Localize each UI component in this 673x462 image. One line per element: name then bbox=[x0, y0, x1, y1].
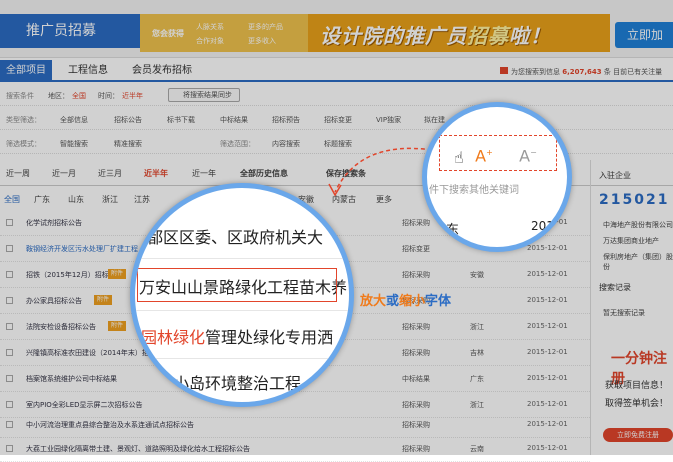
zoom-text-line: 北都区区委、区政府机关大 bbox=[131, 228, 324, 247]
callout-shrink: 缩小 bbox=[399, 294, 426, 309]
zoom-divider bbox=[135, 258, 349, 259]
zoom-highlight-word: 园林绿化 bbox=[141, 328, 206, 347]
font-decrease-label: A bbox=[519, 146, 531, 166]
zoom-text-line: 小岛环境整治工程 bbox=[173, 374, 302, 393]
zoom-divider bbox=[135, 310, 349, 311]
zoom-year: 201 bbox=[531, 219, 554, 233]
font-increase-label: A bbox=[475, 146, 487, 166]
font-decrease-button[interactable]: A− bbox=[504, 141, 552, 165]
zoom-province: 山东 bbox=[433, 223, 460, 238]
font-increase-button[interactable]: A+ bbox=[460, 141, 508, 165]
zoom-lens-font: A+ A− 件下搜索其他关键词 山东 201 bbox=[422, 102, 572, 252]
hand-cursor-icon: ☝ bbox=[454, 148, 464, 167]
plus-icon: + bbox=[486, 148, 493, 157]
highlight-box bbox=[137, 268, 337, 302]
keyword-search-input[interactable]: 件下搜索其他关键词 bbox=[427, 181, 567, 196]
zoom-lens-list: 北都区区委、区政府机关大 万安山山景路绿化工程苗木养 园林绿化管理处绿化专用洒 … bbox=[130, 183, 354, 407]
callout-enlarge: 放大 bbox=[360, 294, 387, 309]
minus-icon: − bbox=[530, 148, 537, 157]
callout-font: 字体 bbox=[425, 294, 452, 309]
callout-or: 或 bbox=[386, 294, 400, 309]
zoom-text-line: 管理处绿化专用洒 bbox=[205, 328, 334, 347]
zoom-divider bbox=[135, 358, 349, 359]
font-callout: 放大或缩小字体 bbox=[360, 290, 451, 309]
